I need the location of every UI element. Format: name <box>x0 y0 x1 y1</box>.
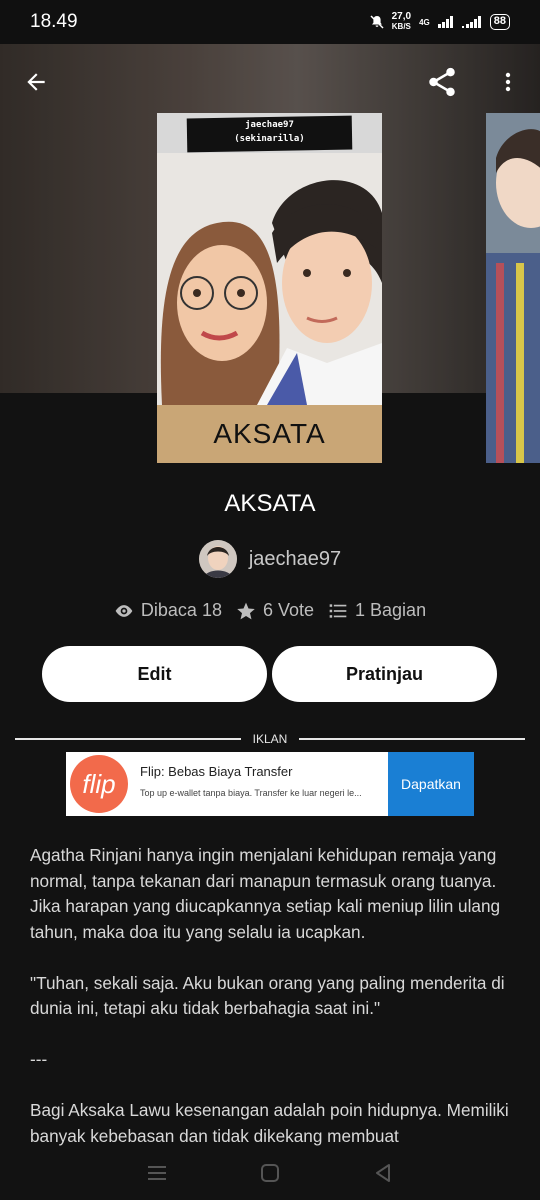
next-cover-illustration <box>486 113 540 463</box>
flip-logo-text: flip <box>82 768 116 799</box>
avatar-image <box>198 540 237 578</box>
avatar[interactable] <box>198 540 237 578</box>
description-paragraph-2: "Tuhan, sekali saja. Aku bukan orang yan… <box>30 972 505 1019</box>
back-button[interactable] <box>16 62 56 102</box>
ad-body: Flip: Bebas Biaya Transfer Top up e-wall… <box>132 752 388 816</box>
author-row[interactable]: jaechae97 <box>0 540 540 578</box>
signal-icon-2 <box>461 16 481 28</box>
ad-logo: flip <box>66 752 132 816</box>
ad-label-row: IKLAN <box>15 732 525 746</box>
mute-bell-icon <box>370 15 384 29</box>
nav-menu-button[interactable] <box>147 1164 167 1187</box>
story-title: AKSATA <box>224 490 316 517</box>
ad-divider-right <box>299 738 525 740</box>
cover-author-text: jaechae97 (sekinarilla) <box>157 118 382 146</box>
list-icon <box>329 603 347 618</box>
more-vert-icon <box>505 72 511 92</box>
ad-cta-button[interactable]: Dapatkan <box>388 752 474 816</box>
description-paragraph-1: Agatha Rinjani hanya ingin menjalani keh… <box>30 845 501 942</box>
back-arrow-icon <box>27 73 45 91</box>
cover-author-line-2: (sekinarilla) <box>234 134 305 144</box>
ad-title: Flip: Bebas Biaya Transfer <box>140 764 293 779</box>
menu-icon <box>147 1165 166 1180</box>
parts-count: 1 Bagian <box>355 600 427 620</box>
reads-count: Dibaca 18 <box>140 600 222 620</box>
flip-logo: flip <box>70 755 128 813</box>
ad-label: IKLAN <box>252 732 288 746</box>
network-type: 4G <box>419 17 430 27</box>
status-bar: 18.49 27,0 KB/S 4G 88 <box>0 0 540 44</box>
cover-illustration <box>157 153 382 405</box>
nav-back-button[interactable] <box>373 1163 393 1188</box>
ad-divider-left <box>15 738 241 740</box>
home-square-icon <box>260 1163 279 1182</box>
description-paragraph-3: --- <box>30 1049 48 1069</box>
votes-stat: 6 Vote <box>236 600 314 621</box>
battery-indicator: 88 <box>489 14 510 30</box>
reads-stat: Dibaca 18 <box>114 600 222 621</box>
ad-description: Top up e-wallet tanpa biaya. Transfer ke… <box>140 788 362 798</box>
eye-icon <box>115 604 133 617</box>
net-speed-value: 27,0 <box>391 11 412 22</box>
edit-button[interactable]: Edit <box>42 646 267 702</box>
description-paragraph-4: Bagi Aksaka Lawu kesenangan adalah poin … <box>30 1100 509 1146</box>
net-speed-unit: KB/S <box>391 22 411 31</box>
net-speed: 27,0 KB/S <box>392 12 411 32</box>
signal-icon <box>437 16 453 28</box>
votes-count: 6 Vote <box>262 600 315 620</box>
status-icons: 27,0 KB/S 4G 88 <box>370 12 510 32</box>
system-nav-bar <box>0 1150 540 1200</box>
book-cover[interactable]: jaechae97 (sekinarilla) AKSATA <box>157 113 382 463</box>
author-name[interactable]: jaechae97 <box>249 548 341 571</box>
cover-title: AKSATA <box>213 418 326 449</box>
preview-button[interactable]: Pratinjau <box>272 646 497 702</box>
next-book-cover[interactable] <box>486 113 540 463</box>
story-stats: Dibaca 18 6 Vote 1 Bagian <box>0 600 540 621</box>
back-triangle-icon <box>376 1163 391 1182</box>
share-icon <box>429 67 455 97</box>
share-button[interactable] <box>422 62 462 102</box>
more-options-button[interactable] <box>488 62 528 102</box>
status-time: 18.49 <box>30 11 78 32</box>
nav-home-button[interactable] <box>260 1163 280 1188</box>
cover-author-line-1: jaechae97 <box>245 120 294 130</box>
star-icon <box>237 602 255 619</box>
parts-stat: 1 Bagian <box>328 600 426 621</box>
story-description: Agatha Rinjani hanya ingin menjalani keh… <box>30 843 512 1175</box>
cover-title-box: AKSATA <box>157 405 382 463</box>
ad-banner[interactable]: flip Flip: Bebas Biaya Transfer Top up e… <box>66 752 474 816</box>
